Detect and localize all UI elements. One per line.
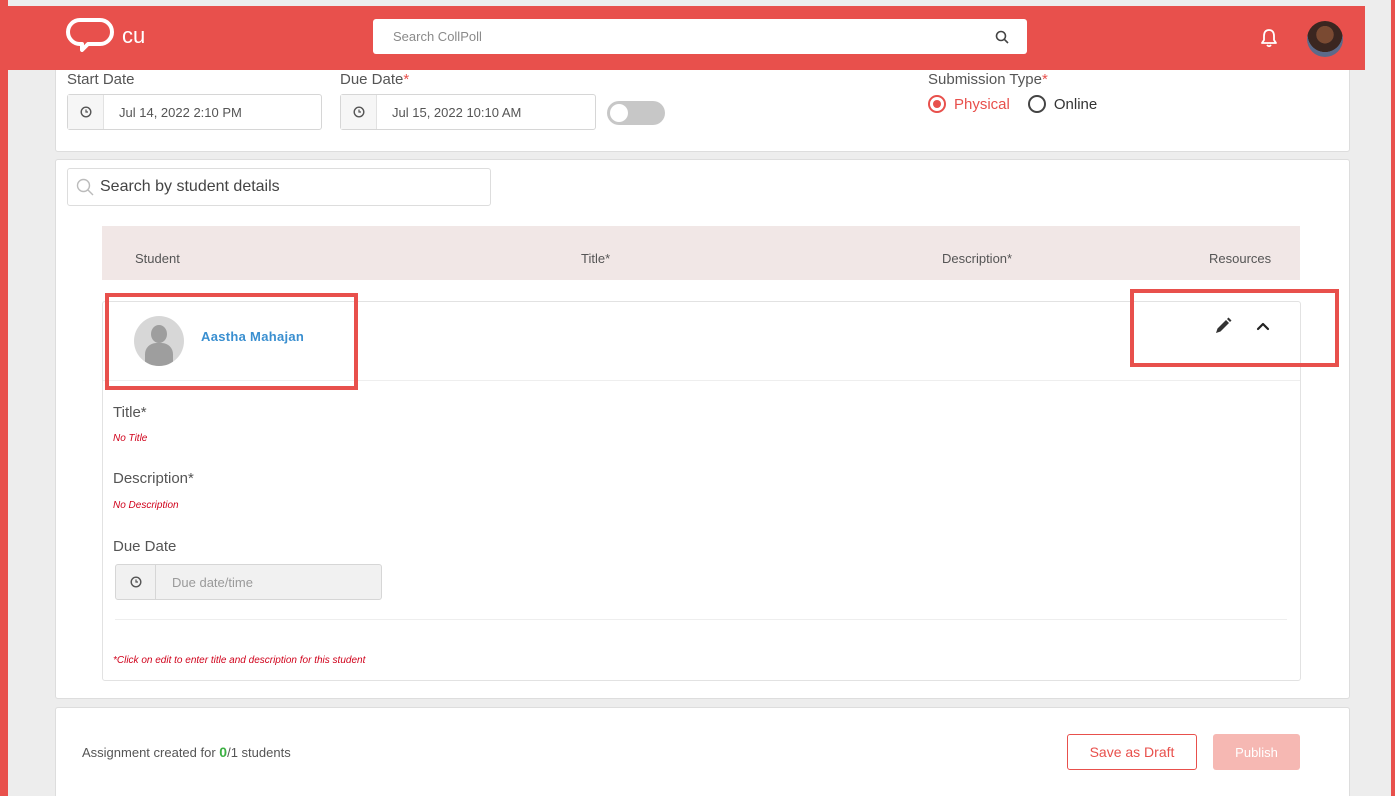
radio-online-label[interactable]: Online — [1054, 96, 1097, 113]
assignment-footer: Assignment created for 0/1 students Save… — [55, 707, 1350, 796]
title-empty-value: No Title — [113, 433, 148, 444]
edit-hint-note: *Click on edit to enter title and descri… — [113, 655, 366, 666]
start-date-field[interactable]: Jul 14, 2022 2:10 PM — [67, 94, 322, 130]
radio-physical[interactable] — [928, 95, 946, 113]
radio-physical-label[interactable]: Physical — [954, 96, 1010, 113]
highlight-box-actions — [1130, 289, 1339, 367]
window-border-right — [1391, 0, 1395, 796]
assignment-settings-card: Start Date Jul 14, 2022 2:10 PM Due Date… — [55, 60, 1350, 152]
brand-logo[interactable]: cu — [64, 16, 145, 52]
clock-icon — [68, 95, 104, 129]
column-title: Title* — [581, 251, 611, 266]
students-table-header: Student Title* Description* Resources — [102, 226, 1300, 280]
students-card: Search by student details Student Title*… — [55, 159, 1350, 699]
student-due-date-placeholder: Due date/time — [172, 574, 253, 590]
brand-name: cu — [122, 23, 146, 48]
description-label: Description* — [113, 470, 194, 487]
start-date-label: Start Date — [67, 71, 135, 88]
submission-type-label: Submission Type* — [928, 71, 1048, 88]
radio-online[interactable] — [1027, 95, 1046, 113]
due-date-field[interactable]: Jul 15, 2022 10:10 AM — [340, 94, 596, 130]
publish-button[interactable]: Publish — [1213, 734, 1300, 770]
description-empty-value: No Description — [113, 500, 179, 511]
row-divider — [115, 619, 1287, 620]
submission-type-options: Physical Online — [928, 95, 1097, 113]
assignment-status-text: Assignment created for 0/1 students — [82, 744, 291, 760]
column-resources: Resources — [1209, 251, 1272, 266]
global-search-placeholder: Search CollPoll — [393, 29, 482, 44]
due-date-value: Jul 15, 2022 10:10 AM — [392, 104, 522, 120]
highlight-box-student — [105, 293, 358, 390]
clock-icon — [116, 565, 156, 599]
title-label: Title* — [113, 404, 147, 421]
top-header: cu Search CollPoll — [8, 6, 1365, 70]
notification-bell-icon[interactable] — [1260, 28, 1278, 48]
student-search-input[interactable]: Search by student details — [67, 168, 491, 206]
student-due-date-field[interactable]: Due date/time — [115, 564, 382, 600]
start-date-value: Jul 14, 2022 2:10 PM — [119, 104, 242, 120]
search-icon — [76, 178, 94, 196]
save-as-draft-button[interactable]: Save as Draft — [1067, 734, 1197, 770]
due-date-toggle[interactable] — [607, 101, 665, 125]
column-student: Student — [135, 251, 180, 266]
due-date-label: Due Date* — [340, 71, 410, 88]
student-due-date-label: Due Date — [113, 538, 177, 555]
student-search-placeholder: Search by student details — [100, 178, 280, 195]
window-border-left — [0, 0, 8, 796]
assignment-created-count: 0 — [219, 744, 228, 760]
global-search-input[interactable]: Search CollPoll — [373, 19, 1027, 54]
chat-bubble-logo-icon — [66, 18, 114, 52]
column-description: Description* — [942, 251, 1013, 266]
clock-icon — [341, 95, 377, 129]
search-icon[interactable] — [995, 30, 1009, 44]
user-avatar[interactable] — [1307, 21, 1343, 57]
